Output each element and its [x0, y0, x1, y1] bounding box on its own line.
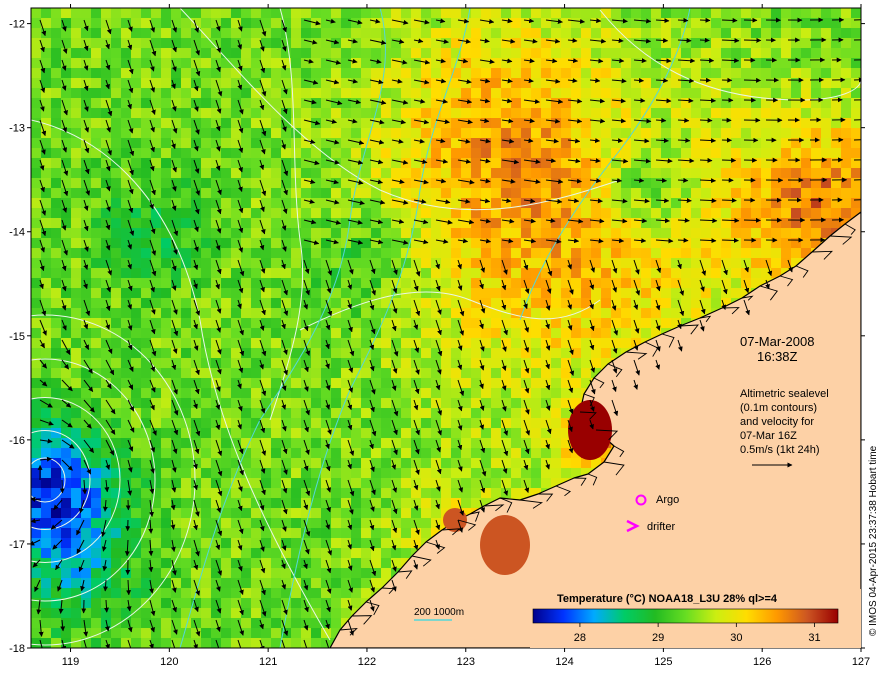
velocity-arrow — [699, 57, 715, 63]
lon-tick-label: 124 — [555, 656, 573, 668]
velocity-arrow — [721, 38, 740, 44]
velocity-arrow — [677, 217, 690, 223]
coast-inlet — [860, 212, 861, 213]
velocity-arrow — [699, 157, 713, 163]
lat-tick-label: -17 — [9, 539, 25, 551]
lon-tick-label: 121 — [259, 656, 277, 668]
lat-tick-label: -13 — [9, 123, 25, 135]
velocity-arrow — [721, 157, 737, 163]
colorbar-tick-label: 31 — [808, 632, 820, 644]
info-line-3: and velocity for — [740, 416, 814, 428]
velocity-arrow — [743, 77, 762, 83]
info-line-1: Altimetric sealevel — [740, 388, 829, 400]
credit-text: © IMOS 04-Apr-2015 23:37:38 Hobart time — [868, 445, 879, 636]
velocity-arrow — [677, 177, 689, 183]
velocity-arrow — [677, 137, 691, 143]
lat-tick-label: -12 — [9, 19, 25, 31]
warm-shallow-patch — [480, 515, 530, 575]
lat-tick-label: -16 — [9, 435, 25, 447]
lon-tick-label: 120 — [160, 656, 178, 668]
lon-tick-label: 122 — [358, 656, 376, 668]
velocity-arrow — [721, 237, 739, 243]
velocity-arrow — [743, 37, 762, 43]
velocity-arrow — [699, 17, 711, 23]
lat-tick-label: -15 — [9, 331, 25, 343]
colorbar-gradient — [532, 608, 839, 624]
velocity-arrow — [677, 117, 690, 123]
argo-label: Argo — [656, 494, 679, 506]
info-line-4: 07-Mar 16Z — [740, 430, 797, 442]
velocity-arrow — [743, 217, 761, 223]
velocity-arrow — [677, 17, 689, 23]
sst-map: -12 -13 -14 -15 -16 -17 -18 119 120 121 122 123 124… — [9, 4, 879, 668]
colorbar-title: Temperature (°C) NOAA18_L3U 28% ql>=4 — [557, 593, 778, 605]
velocity-arrow — [721, 17, 738, 23]
info-line-2: (0.1m contours) — [740, 402, 817, 414]
velocity-arrow — [677, 237, 689, 243]
lon-tick-label: 119 — [62, 656, 80, 668]
time-label: 16:38Z — [757, 349, 798, 364]
info-line-5: 0.5m/s (1kt 24h) — [740, 444, 819, 456]
warm-shallow-patch — [443, 508, 467, 532]
colorbar-tick-label: 28 — [574, 632, 586, 644]
colorbar-tick-label: 29 — [652, 632, 664, 644]
velocity-arrow — [699, 117, 713, 123]
lat-tick-label: -18 — [9, 643, 25, 655]
lon-tick-label: 125 — [654, 656, 672, 668]
colorbar-tick-label: 30 — [730, 632, 742, 644]
velocity-arrow — [721, 58, 740, 64]
colorbar: Temperature (°C) NOAA18_L3U 28% ql>=4 28… — [530, 589, 861, 648]
lon-tick-label: 123 — [457, 656, 475, 668]
velocity-arrow — [655, 117, 667, 123]
velocity-arrow — [699, 77, 711, 83]
drifter-label: drifter — [647, 521, 675, 533]
isobath-label: 200 1000m — [414, 607, 464, 618]
lat-tick-label: -14 — [9, 227, 25, 239]
velocity-arrow — [699, 37, 710, 43]
lon-tick-label: 126 — [753, 656, 771, 668]
warm-shallow-patch — [568, 400, 612, 460]
velocity-arrow — [721, 218, 740, 224]
velocity-arrow — [721, 197, 737, 203]
lon-tick-label: 127 — [852, 656, 870, 668]
date-label: 07-Mar-2008 — [740, 334, 814, 349]
